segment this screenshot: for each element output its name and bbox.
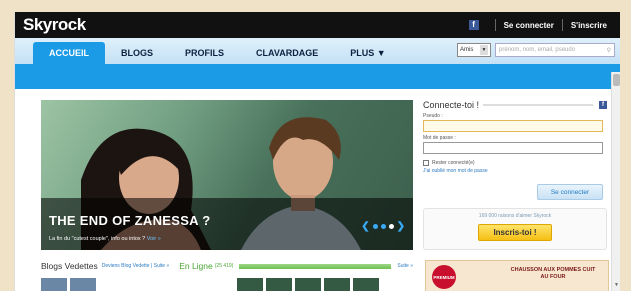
online-bar xyxy=(239,263,392,269)
tab-profils[interactable]: PROFILS xyxy=(169,42,240,64)
blogs-vedettes-title: Blogs Vedettes xyxy=(41,261,98,271)
search-input[interactable]: prénom, nom, email, pseudo ⚲ xyxy=(495,43,615,57)
remember-row: Rester connecté(e) xyxy=(423,160,607,166)
slide-dot-active[interactable] xyxy=(388,224,394,229)
connect-button[interactable]: Se connecter xyxy=(537,184,603,200)
skyrock-logo[interactable]: Skyrock xyxy=(23,15,86,35)
blogs-thumbnails xyxy=(41,278,96,291)
blog-thumbnail[interactable] xyxy=(70,278,96,291)
top-links: f Se connecter S'inscrire xyxy=(468,12,620,38)
hero-slideshow[interactable]: THE END OF ZANESSA ? La fin du "cutest c… xyxy=(41,100,413,250)
scrollbar[interactable]: ▼ xyxy=(611,72,620,291)
top-bar: Skyrock f Se connecter S'inscrire xyxy=(15,12,620,38)
password-label: Mot de passe : xyxy=(423,135,456,141)
ad-banner[interactable]: PREMIUM CHAUSSON AUX POMMES CUIT AU FOUR xyxy=(425,260,609,291)
login-panel: Connecte-toi ! f Pseudo : Mot de passe :… xyxy=(423,100,607,250)
pseudo-field[interactable] xyxy=(423,120,603,132)
blog-thumbnail[interactable] xyxy=(41,278,67,291)
chevron-down-icon: ▼ xyxy=(480,45,488,55)
password-field[interactable] xyxy=(423,142,603,154)
hero-title[interactable]: THE END OF ZANESSA ? xyxy=(49,213,211,228)
login-title-row: Connecte-toi ! f xyxy=(423,100,607,110)
forgot-password-link[interactable]: J'ai oublié mon mot de passe xyxy=(423,168,607,174)
facebook-icon[interactable]: f xyxy=(599,101,607,109)
login-link[interactable]: Se connecter xyxy=(504,21,554,30)
signup-button[interactable]: Inscris-toi ! xyxy=(478,224,552,241)
divider xyxy=(561,19,563,31)
online-thumbnail[interactable] xyxy=(295,278,321,291)
tab-accueil[interactable]: ACCUEIL xyxy=(33,42,105,64)
online-count: (25 419) xyxy=(214,263,234,269)
search-placeholder: prénom, nom, email, pseudo xyxy=(499,47,576,53)
tab-blogs[interactable]: BLOGS xyxy=(105,42,169,64)
chevron-right-icon[interactable]: ❯ xyxy=(397,221,405,232)
scroll-down-icon[interactable]: ▼ xyxy=(613,282,620,289)
online-thumbnail[interactable] xyxy=(324,278,350,291)
ad-text: CHAUSSON AUX POMMES CUIT AU FOUR xyxy=(510,267,596,280)
main-nav: ACCUEIL BLOGS PROFILS CLAVARDAGE PLUS ▼ … xyxy=(15,38,620,64)
remember-checkbox[interactable] xyxy=(423,160,429,166)
divider xyxy=(494,19,496,31)
signup-note[interactable]: 169 000 raisons d'aimer Skyrock xyxy=(424,213,606,219)
sections-header-row: Blogs Vedettes Deviens Blog Vedette | Su… xyxy=(41,260,413,272)
online-more-link[interactable]: Suite » xyxy=(397,263,413,269)
login-title: Connecte-toi ! xyxy=(423,100,480,110)
hero-more-link[interactable]: Voir » xyxy=(147,236,161,242)
online-thumbnail[interactable] xyxy=(237,278,263,291)
hero-subtitle-text: La fin du "cutest couple", info ou intox… xyxy=(49,236,146,242)
hero-subtitle: La fin du "cutest couple", info ou intox… xyxy=(49,236,161,242)
blogs-vedettes-link[interactable]: Deviens Blog Vedette | Suite » xyxy=(102,263,169,269)
accent-band xyxy=(15,64,620,89)
remember-label: Rester connecté(e) xyxy=(432,160,475,166)
search-scope-value: Amis xyxy=(460,47,474,53)
scroll-thumb[interactable] xyxy=(613,74,620,86)
online-thumbnails xyxy=(237,278,379,291)
search-icon[interactable]: ⚲ xyxy=(607,47,611,54)
online-thumbnail[interactable] xyxy=(353,278,379,291)
online-thumbnail[interactable] xyxy=(266,278,292,291)
tab-clavardage[interactable]: CLAVARDAGE xyxy=(240,42,334,64)
ad-badge: PREMIUM xyxy=(432,265,456,289)
signup-box: 169 000 raisons d'aimer Skyrock Inscris-… xyxy=(423,208,607,250)
slide-dot[interactable] xyxy=(372,224,378,229)
signup-link[interactable]: S'inscrire xyxy=(571,21,607,30)
browser-page: Skyrock f Se connecter S'inscrire ACCUEI… xyxy=(14,12,620,291)
facebook-icon[interactable]: f xyxy=(468,20,479,30)
search-bar: Amis ▼ prénom, nom, email, pseudo ⚲ xyxy=(457,42,615,58)
online-title: En Ligne xyxy=(179,261,213,271)
slide-dot[interactable] xyxy=(380,224,386,229)
chevron-left-icon[interactable]: ❮ xyxy=(361,221,369,232)
slideshow-controls: ❮ ❯ xyxy=(361,221,405,232)
search-scope-select[interactable]: Amis ▼ xyxy=(457,43,491,57)
divider xyxy=(483,104,593,106)
tab-plus[interactable]: PLUS ▼ xyxy=(334,42,401,64)
pseudo-label: Pseudo : xyxy=(423,113,443,119)
